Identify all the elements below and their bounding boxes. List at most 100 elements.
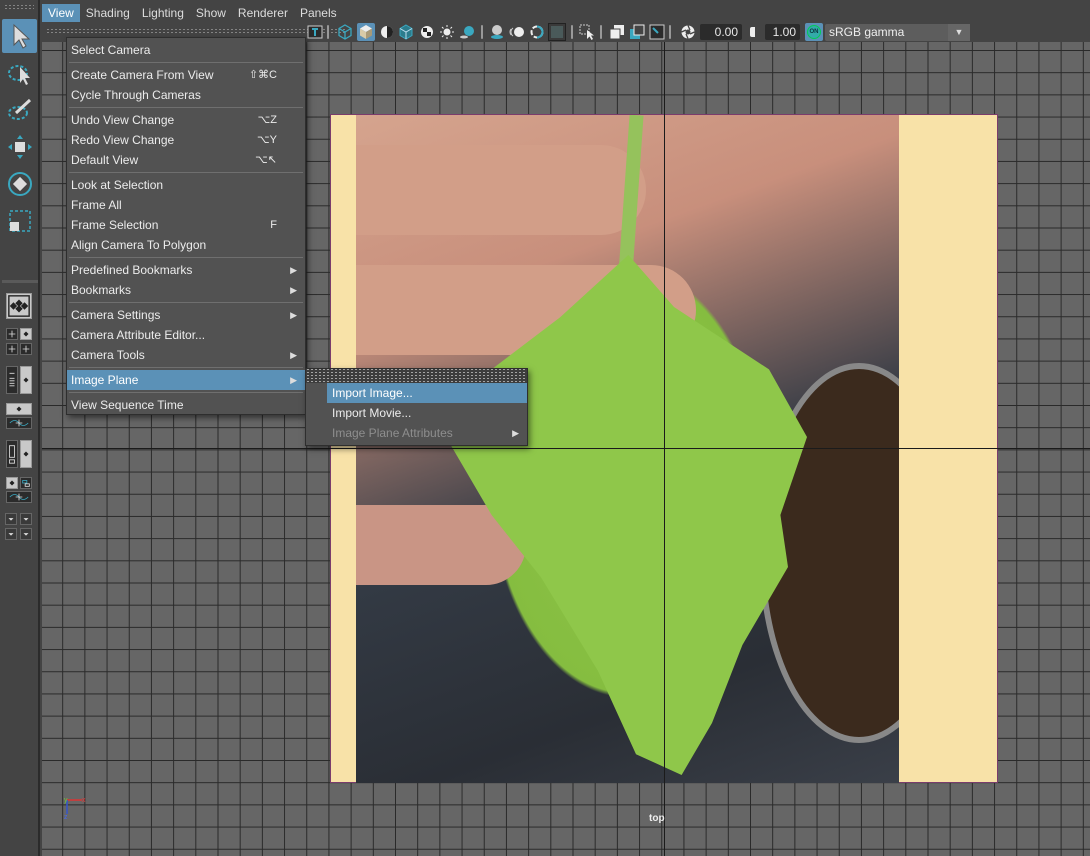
toolbar-grip[interactable] — [46, 28, 346, 34]
submenu-tearoff-grip[interactable] — [306, 369, 527, 383]
layout-preset-button[interactable] — [20, 328, 32, 340]
pane-layout-icon — [8, 295, 30, 317]
graph-editor-bottom-layout-button[interactable] — [6, 491, 32, 503]
move-icon — [7, 135, 32, 159]
resolution-gate-icon — [649, 24, 665, 40]
view-transform-select[interactable]: sRGB gamma ▼ — [825, 24, 970, 41]
menu-item-look-at-selection[interactable]: Look at Selection — [67, 175, 305, 195]
toolbar-separator — [481, 25, 483, 39]
persp-graph-layout-top-button[interactable] — [6, 403, 32, 415]
persp-small-layout-button[interactable] — [6, 477, 18, 489]
menu-item-label: Bookmarks — [71, 283, 132, 297]
menu-item-import-image[interactable]: Import Image... — [327, 383, 527, 403]
checker-icon — [421, 26, 433, 38]
menu-separator — [69, 367, 303, 368]
custom-layout-dropdown-4[interactable] — [20, 528, 32, 540]
hypershade-persp-layout-button[interactable] — [20, 440, 32, 468]
custom-layout-dropdown-1[interactable] — [5, 513, 17, 525]
gamma-icon — [750, 27, 760, 37]
node-icon — [22, 480, 30, 487]
lasso-tool-button[interactable] — [2, 56, 37, 90]
resolution-gate-button[interactable] — [648, 23, 666, 41]
default-material-button[interactable] — [378, 23, 396, 41]
diamond-icon — [16, 406, 22, 412]
menu-item-label: Camera Tools — [71, 348, 145, 362]
menu-item-predefined-bookmarks[interactable]: Predefined Bookmarks ▶ — [67, 260, 305, 280]
outliner-persp-layout-button[interactable] — [20, 366, 32, 394]
scale-tool-button[interactable] — [2, 204, 37, 238]
shadows-button[interactable] — [458, 23, 476, 41]
menu-separator — [69, 62, 303, 63]
plus-icon — [22, 345, 30, 353]
four-pane-layout-button[interactable] — [6, 328, 18, 340]
light-icon — [440, 25, 454, 39]
gamma-button[interactable] — [746, 23, 764, 41]
xray-joints-button[interactable] — [628, 23, 646, 41]
chevron-down-icon[interactable]: ▼ — [948, 24, 970, 41]
menu-shading[interactable]: Shading — [80, 4, 136, 22]
use-all-lights-button[interactable] — [438, 23, 456, 41]
paint-select-tool-button[interactable] — [2, 93, 37, 127]
menu-show[interactable]: Show — [190, 4, 232, 22]
menu-item-bookmarks[interactable]: Bookmarks ▶ — [67, 280, 305, 300]
hud-text-button[interactable] — [306, 23, 324, 41]
textured-button[interactable] — [418, 23, 436, 41]
smooth-shade-button[interactable] — [357, 23, 375, 41]
menu-item-view-sequence-time[interactable]: View Sequence Time — [67, 395, 305, 415]
menu-item-frame-all[interactable]: Frame All — [67, 195, 305, 215]
isolate-select-button[interactable] — [578, 23, 596, 41]
menu-item-cycle-through-cameras[interactable]: Cycle Through Cameras — [67, 85, 305, 105]
menu-item-label: Predefined Bookmarks — [71, 263, 193, 277]
depth-of-field-button[interactable] — [548, 23, 566, 41]
anti-aliasing-button[interactable] — [528, 23, 546, 41]
shadow-icon — [460, 26, 474, 39]
paint-select-icon — [7, 98, 31, 120]
panel-menubar: View Shading Lighting Show Renderer Pane… — [42, 4, 343, 22]
image-plane-submenu: Import Image... Import Movie... Image Pl… — [305, 368, 528, 446]
exposure-button[interactable] — [679, 23, 697, 41]
node-editor-layout-button[interactable] — [20, 477, 32, 489]
motion-blur-button[interactable] — [508, 23, 526, 41]
single-pane-layout-button[interactable] — [6, 293, 32, 319]
menu-item-default-view[interactable]: Default View ⌥↖ — [67, 150, 305, 170]
menu-view[interactable]: View — [42, 4, 80, 22]
menu-item-create-camera-from-view[interactable]: Create Camera From View ⇧⌘C — [67, 65, 305, 85]
xray-button[interactable] — [608, 23, 626, 41]
menu-item-import-movie[interactable]: Import Movie... — [327, 403, 527, 423]
wireframe-button[interactable] — [336, 23, 354, 41]
menu-item-label: Image Plane — [71, 373, 139, 387]
menu-item-frame-selection[interactable]: Frame Selection F — [67, 215, 305, 235]
menu-panels[interactable]: Panels — [294, 4, 343, 22]
two-pane-layout-button[interactable] — [6, 343, 18, 355]
screen-space-ao-button[interactable] — [488, 23, 506, 41]
menu-item-select-camera[interactable]: Select Camera — [67, 40, 305, 60]
three-pane-layout-button[interactable] — [20, 343, 32, 355]
color-management-toggle[interactable]: ON — [805, 23, 823, 41]
menu-item-camera-settings[interactable]: Camera Settings ▶ — [67, 305, 305, 325]
graph-editor-layout-button[interactable] — [6, 417, 32, 429]
outliner-layout-button[interactable] — [6, 366, 18, 394]
select-tool-button[interactable] — [2, 19, 37, 53]
move-tool-button[interactable] — [2, 130, 37, 164]
exposure-field[interactable]: 0.00 — [700, 24, 742, 40]
custom-layout-dropdown-3[interactable] — [5, 528, 17, 540]
menu-item-redo-view-change[interactable]: Redo View Change ⌥Y — [67, 130, 305, 150]
x-axis-label: x — [82, 797, 86, 804]
menu-item-camera-tools[interactable]: Camera Tools ▶ — [67, 345, 305, 365]
toolbox-grip[interactable] — [4, 4, 34, 10]
menu-renderer[interactable]: Renderer — [232, 4, 294, 22]
menu-item-undo-view-change[interactable]: Undo View Change ⌥Z — [67, 110, 305, 130]
menu-item-camera-attribute-editor[interactable]: Camera Attribute Editor... — [67, 325, 305, 345]
menu-item-image-plane[interactable]: Image Plane ▶ — [67, 370, 305, 390]
custom-layout-dropdown-2[interactable] — [20, 513, 32, 525]
menu-item-align-camera-to-polygon[interactable]: Align Camera To Polygon — [67, 235, 305, 255]
menu-lighting[interactable]: Lighting — [136, 4, 190, 22]
z-axis-label: z — [64, 814, 68, 821]
menu-separator — [69, 257, 303, 258]
rotate-icon — [7, 172, 32, 196]
y-axis-label: y — [64, 797, 68, 804]
hypershade-layout-button[interactable] — [6, 440, 18, 468]
gamma-field[interactable]: 1.00 — [765, 24, 800, 40]
wireframe-on-shaded-button[interactable] — [397, 23, 415, 41]
rotate-tool-button[interactable] — [2, 167, 37, 201]
